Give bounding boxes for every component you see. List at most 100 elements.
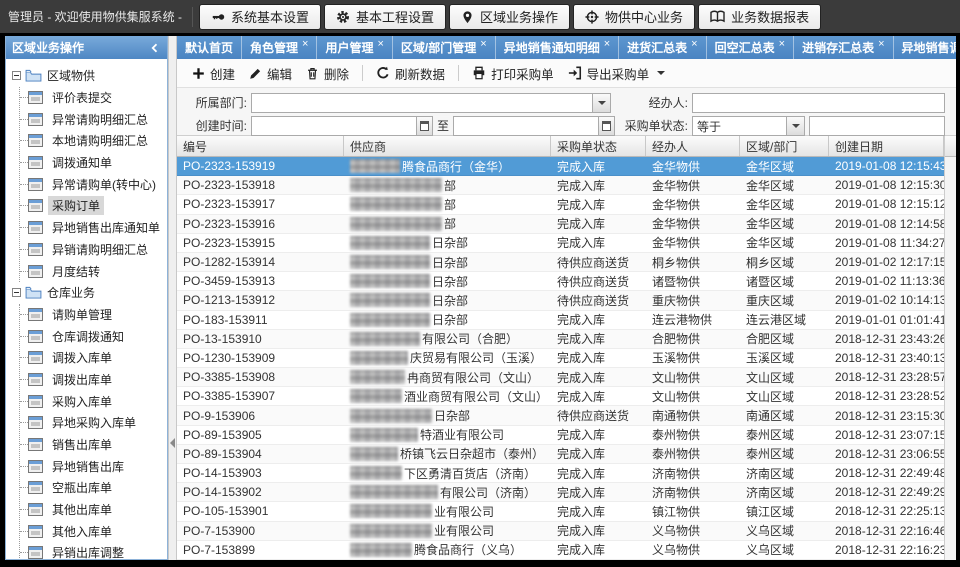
vertical-scrollbar[interactable] bbox=[944, 136, 956, 560]
tree-item[interactable]: 销售出库单 bbox=[20, 434, 165, 456]
tree-item[interactable]: 异常请购明细汇总 bbox=[20, 108, 165, 130]
collapse-arrow-icon[interactable] bbox=[170, 438, 175, 448]
column-header[interactable]: 经办人 bbox=[646, 136, 740, 156]
tree-item[interactable]: 调拨通知单 bbox=[20, 152, 165, 174]
tab[interactable]: 进货汇总表 × bbox=[619, 36, 706, 59]
topbar-button[interactable]: 业务数据报表 bbox=[698, 4, 821, 30]
toolbar-button[interactable]: 打印采购单 bbox=[465, 61, 561, 86]
tree-item[interactable]: 采购入库单 bbox=[20, 390, 165, 412]
table-row[interactable]: PO-14-153902 有限公司（济南）完成入库济南物供济南区域2018-12… bbox=[177, 483, 956, 502]
tab[interactable]: 用户管理 × bbox=[317, 36, 392, 59]
column-header[interactable]: 编号 bbox=[177, 136, 344, 156]
redacted-blur bbox=[350, 332, 420, 346]
tree-item[interactable]: 异地采购入库单 bbox=[20, 412, 165, 434]
tree-item[interactable]: 本地请购明细汇总 bbox=[20, 130, 165, 152]
cell-date: 2018-12-31 23:43:26 bbox=[829, 330, 944, 348]
chevron-left-icon[interactable] bbox=[149, 42, 161, 54]
tree-item[interactable]: 评价表提交 bbox=[20, 87, 165, 109]
table-row[interactable]: PO-1282-153914 日杂部待供应商送货桐乡物供桐乡区域2019-01-… bbox=[177, 253, 956, 272]
column-header[interactable]: 区域/部门 bbox=[740, 136, 829, 156]
cell-po: PO-14-153902 bbox=[177, 483, 344, 501]
tree-item[interactable]: 仓库调拨通知 bbox=[20, 325, 165, 347]
tree-item[interactable]: 其他出库单 bbox=[20, 499, 165, 521]
table-row[interactable]: PO-13-153910 有限公司（合肥）完成入库合肥物供合肥区域2018-12… bbox=[177, 330, 956, 349]
scrollbar-top-button[interactable] bbox=[945, 136, 956, 157]
close-icon[interactable]: × bbox=[480, 38, 486, 50]
table-row[interactable]: PO-7-153899 腾食品商行（义乌）完成入库义乌物供义乌区域2018-12… bbox=[177, 541, 956, 560]
tree-item[interactable]: 调拨入库单 bbox=[20, 347, 165, 369]
tree-item[interactable]: 采购订单 bbox=[20, 195, 165, 217]
collapse-box-icon[interactable] bbox=[12, 288, 21, 297]
table-row[interactable]: PO-3385-153907 酒业商贸有限公司（文山）完成入库文山物供文山区域2… bbox=[177, 387, 956, 406]
tree-item[interactable]: 异销出库调整 bbox=[20, 542, 165, 560]
topbar-button[interactable]: 物供中心业务 bbox=[573, 4, 695, 30]
table-row[interactable]: PO-3459-153913 日杂部待供应商送货诸暨物供诸暨区域2019-01-… bbox=[177, 272, 956, 291]
close-icon[interactable]: × bbox=[302, 38, 308, 50]
department-select[interactable] bbox=[251, 93, 611, 113]
toolbar-button[interactable]: 删除 bbox=[299, 61, 356, 86]
topbar-button[interactable]: 基本工程设置 bbox=[324, 4, 446, 30]
tree-folder[interactable]: 区域物供 bbox=[12, 65, 165, 87]
toolbar-button[interactable]: 导出采购单 bbox=[561, 61, 673, 86]
redacted-blur bbox=[350, 466, 402, 480]
tree-item[interactable]: 异常请购单(转中心) bbox=[20, 173, 165, 195]
toolbar-button[interactable]: 编辑 bbox=[242, 61, 299, 86]
handler-input[interactable] bbox=[692, 93, 945, 113]
chevron-down-icon[interactable] bbox=[592, 94, 610, 112]
close-icon[interactable]: × bbox=[779, 38, 785, 50]
table-row[interactable]: PO-2323-153916 部完成入库金华物供金华区域2019-01-08 1… bbox=[177, 215, 956, 234]
tab[interactable]: 默认首页 bbox=[177, 36, 242, 59]
tree-item[interactable]: 请购单管理 bbox=[20, 304, 165, 326]
tab[interactable]: 角色管理 × bbox=[242, 36, 317, 59]
tree-item[interactable]: 异地销售出库 bbox=[20, 455, 165, 477]
close-icon[interactable]: × bbox=[604, 38, 610, 50]
tree-item[interactable]: 空瓶出库单 bbox=[20, 477, 165, 499]
close-icon[interactable]: × bbox=[878, 38, 884, 50]
created-from-input[interactable] bbox=[251, 116, 433, 136]
table-row[interactable]: PO-2323-153918 部完成入库金华物供金华区域2019-01-08 1… bbox=[177, 176, 956, 195]
column-header[interactable]: 创建日期 bbox=[829, 136, 944, 156]
tab[interactable]: 进销存汇总表 × bbox=[794, 36, 893, 59]
column-header[interactable]: 供应商 bbox=[344, 136, 551, 156]
cell-region: 连云港区域 bbox=[740, 311, 829, 329]
status-value-input[interactable] bbox=[809, 116, 945, 136]
tab[interactable]: 异地销售调整明细 × bbox=[894, 36, 956, 59]
collapse-box-icon[interactable] bbox=[12, 71, 21, 80]
toolbar-button[interactable]: 刷新数据 bbox=[369, 61, 452, 86]
table-row[interactable]: PO-1230-153909 庆贸易有限公司（玉溪）完成入库玉溪物供玉溪区域20… bbox=[177, 349, 956, 368]
tab[interactable]: 区域/部门管理 × bbox=[393, 36, 496, 59]
tree-item[interactable]: 异地销售出库通知单 bbox=[20, 217, 165, 239]
tab[interactable]: 异地销售通知明细 × bbox=[496, 36, 619, 59]
toolbar-button[interactable]: 创建 bbox=[185, 61, 242, 86]
column-header[interactable]: 采购单状态 bbox=[551, 136, 646, 156]
close-icon[interactable]: × bbox=[377, 38, 383, 50]
created-to-input[interactable] bbox=[453, 116, 615, 136]
table-row[interactable]: PO-89-153905 特酒业有限公司完成入库泰州物供泰州区域2018-12-… bbox=[177, 426, 956, 445]
tree-folder[interactable]: 仓库业务 bbox=[12, 282, 165, 304]
table-row[interactable]: PO-2323-153917 部完成入库金华物供金华区域2019-01-08 1… bbox=[177, 195, 956, 214]
table-row[interactable]: PO-2323-153915 日杂部完成入库金华物供金华区域2019-01-08… bbox=[177, 234, 956, 253]
tab[interactable]: 回空汇总表 × bbox=[707, 36, 794, 59]
status-operator-select[interactable]: 等于 bbox=[692, 116, 805, 136]
table-row[interactable]: PO-14-153903 下区勇清百货店（济南）完成入库济南物供济南区域2018… bbox=[177, 464, 956, 483]
cell-region: 义乌区域 bbox=[740, 541, 829, 559]
redacted-blur bbox=[350, 524, 432, 538]
tree-item[interactable]: 月度结转 bbox=[20, 260, 165, 282]
chevron-down-icon[interactable] bbox=[786, 117, 804, 135]
topbar-button[interactable]: 区域业务操作 bbox=[449, 4, 570, 30]
table-row[interactable]: PO-3385-153908 冉商贸有限公司（文山）完成入库文山物供文山区域20… bbox=[177, 368, 956, 387]
table-row[interactable]: PO-183-153911 日杂部完成入库连云港物供连云港区域2019-01-0… bbox=[177, 311, 956, 330]
tree-item[interactable]: 其他入库单 bbox=[20, 520, 165, 542]
topbar-button[interactable]: 系统基本设置 bbox=[199, 4, 321, 30]
close-icon[interactable]: × bbox=[691, 38, 697, 50]
splitter[interactable] bbox=[168, 36, 177, 560]
calendar-icon[interactable] bbox=[416, 117, 432, 135]
table-row[interactable]: PO-2323-153919 腾食品商行（金华）完成入库金华物供金华区域2019… bbox=[177, 157, 956, 176]
tree-item[interactable]: 异销请购明细汇总 bbox=[20, 239, 165, 261]
table-row[interactable]: PO-7-153900 业有限公司完成入库义乌物供义乌区域2018-12-31 … bbox=[177, 522, 956, 541]
tree-item[interactable]: 调拨出库单 bbox=[20, 369, 165, 391]
table-row[interactable]: PO-9-153906 日杂部待供应商送货南通物供南通区域2018-12-31 … bbox=[177, 406, 956, 425]
table-row[interactable]: PO-1213-153912 日杂部待供应商送货重庆物供重庆区域2019-01-… bbox=[177, 291, 956, 310]
table-row[interactable]: PO-105-153901 业有限公司完成入库镇江物供镇江区域2018-12-3… bbox=[177, 502, 956, 521]
table-row[interactable]: PO-89-153904 桥镇飞云日杂超市（泰州）完成入库泰州物供泰州区域201… bbox=[177, 445, 956, 464]
